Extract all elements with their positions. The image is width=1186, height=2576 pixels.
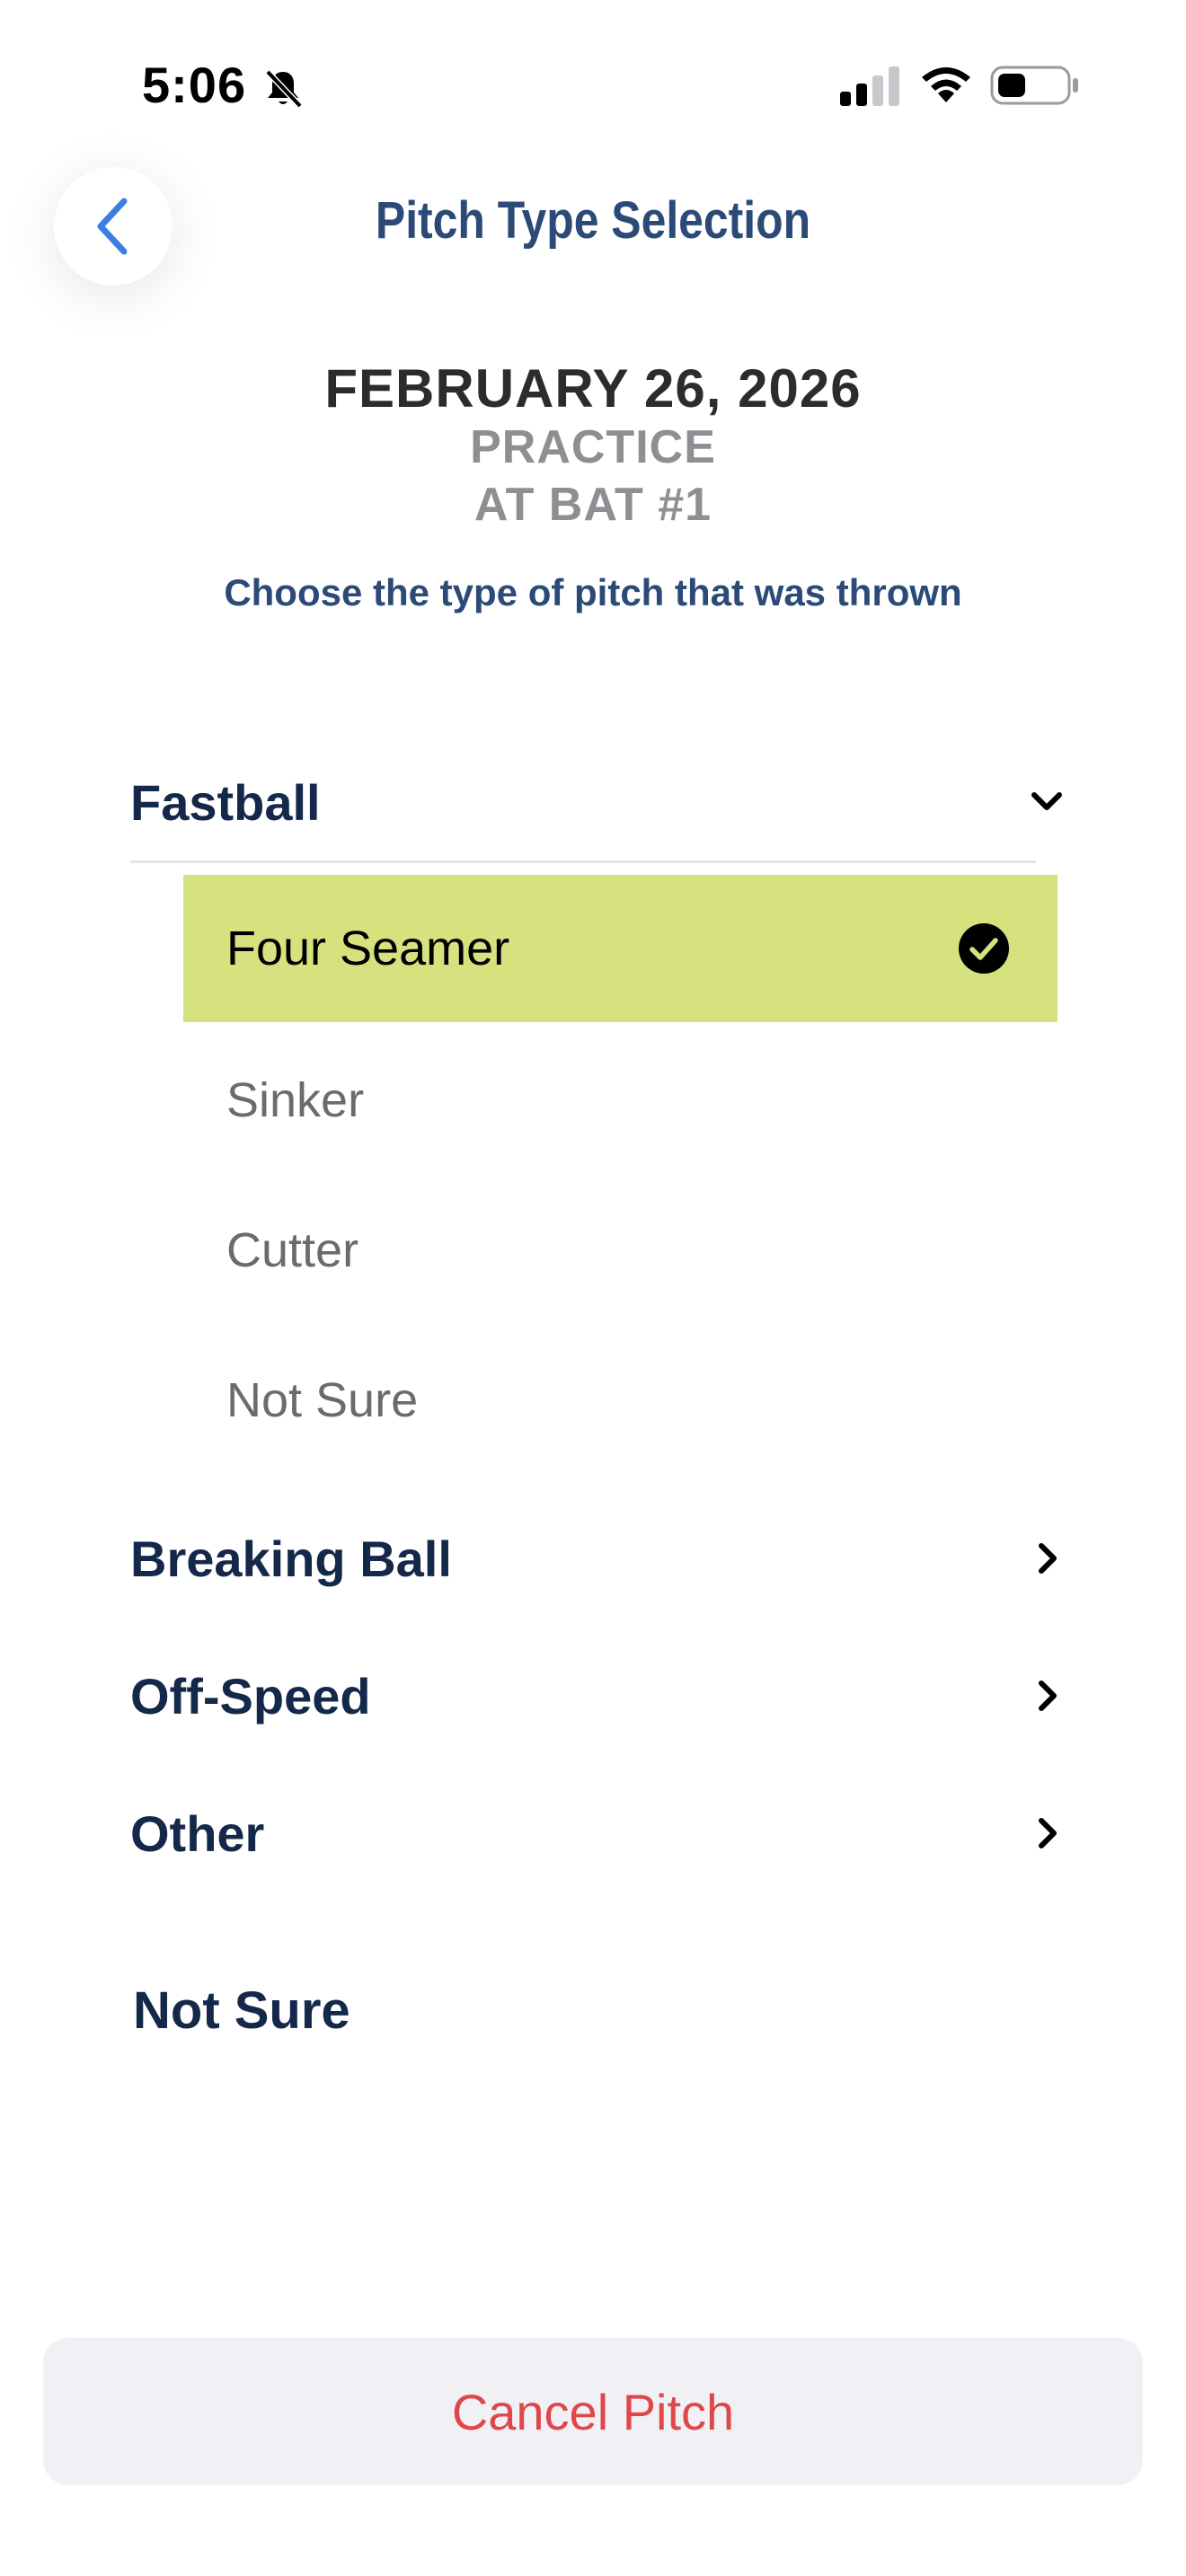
- wifi-icon: [918, 63, 974, 106]
- category-label: Fastball: [130, 773, 321, 831]
- category-other[interactable]: Other: [130, 1793, 1065, 1874]
- status-bar: 5:06: [0, 0, 1186, 171]
- category-fastball[interactable]: Fastball: [130, 762, 1065, 842]
- chevron-right-icon: [1029, 1676, 1065, 1716]
- checkmark-circle-icon: [957, 922, 1011, 975]
- chevron-down-icon: [1029, 782, 1065, 822]
- instruction-text: Choose the type of pitch that was thrown: [224, 571, 962, 613]
- option-four-seamer[interactable]: Four Seamer: [183, 875, 1058, 1022]
- option-not-sure[interactable]: Not Sure: [183, 1327, 1058, 1474]
- option-sinker[interactable]: Sinker: [183, 1027, 1058, 1174]
- battery-icon: [990, 65, 1080, 106]
- option-label: Cutter: [226, 1223, 359, 1277]
- session-date: FEBRUARY 26, 2026: [324, 358, 862, 419]
- category-label: Breaking Ball: [130, 1530, 452, 1587]
- session-type: PRACTICE: [470, 421, 716, 473]
- option-label: Four Seamer: [226, 922, 510, 975]
- at-bat-label: AT BAT #1: [474, 479, 712, 531]
- option-cutter[interactable]: Cutter: [183, 1177, 1058, 1324]
- chevron-right-icon: [1029, 1539, 1065, 1578]
- category-label: Off-Speed: [130, 1667, 371, 1725]
- category-label: Other: [130, 1804, 265, 1862]
- bell-slash-icon: [261, 66, 305, 111]
- chevron-right-icon: [1029, 1813, 1065, 1853]
- category-breaking-ball[interactable]: Breaking Ball: [130, 1518, 1065, 1599]
- not-sure-button[interactable]: Not Sure: [133, 1981, 350, 2041]
- divider: [130, 860, 1036, 863]
- status-time: 5:06: [142, 57, 247, 113]
- cellular-signal-icon: [840, 66, 901, 106]
- page-title: Pitch Type Selection: [375, 191, 811, 250]
- cancel-pitch-button[interactable]: Cancel Pitch: [43, 2338, 1143, 2485]
- option-label: Sinker: [226, 1073, 365, 1127]
- option-label: Not Sure: [226, 1373, 419, 1427]
- category-off-speed[interactable]: Off-Speed: [130, 1655, 1065, 1736]
